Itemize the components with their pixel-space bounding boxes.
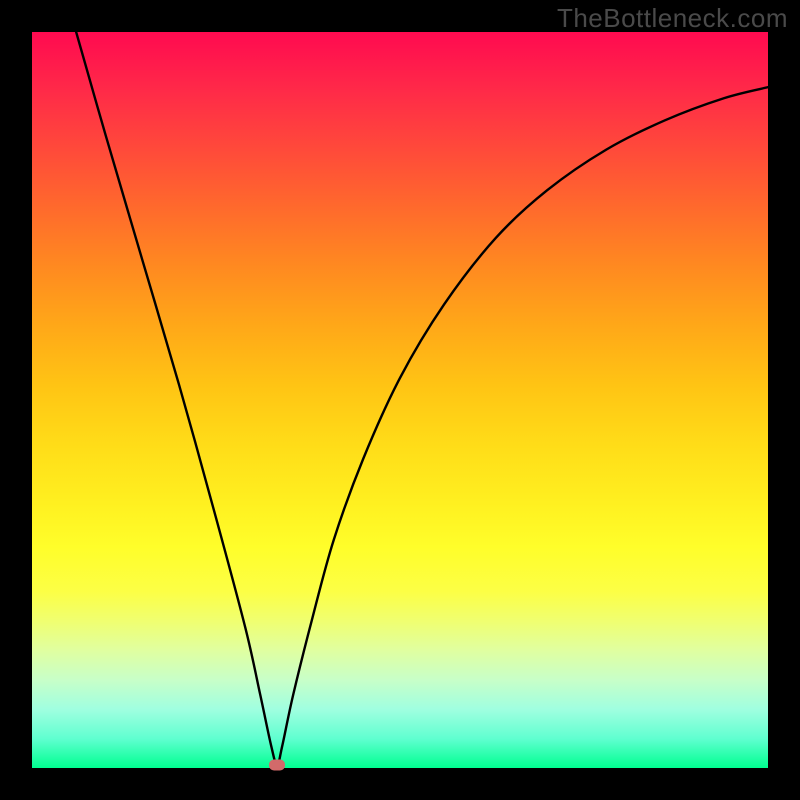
- minimum-dot: [269, 760, 285, 771]
- watermark-text: TheBottleneck.com: [557, 3, 788, 34]
- chart-container: TheBottleneck.com: [0, 0, 800, 800]
- bottleneck-curve: [32, 32, 768, 768]
- plot-area: [32, 32, 768, 768]
